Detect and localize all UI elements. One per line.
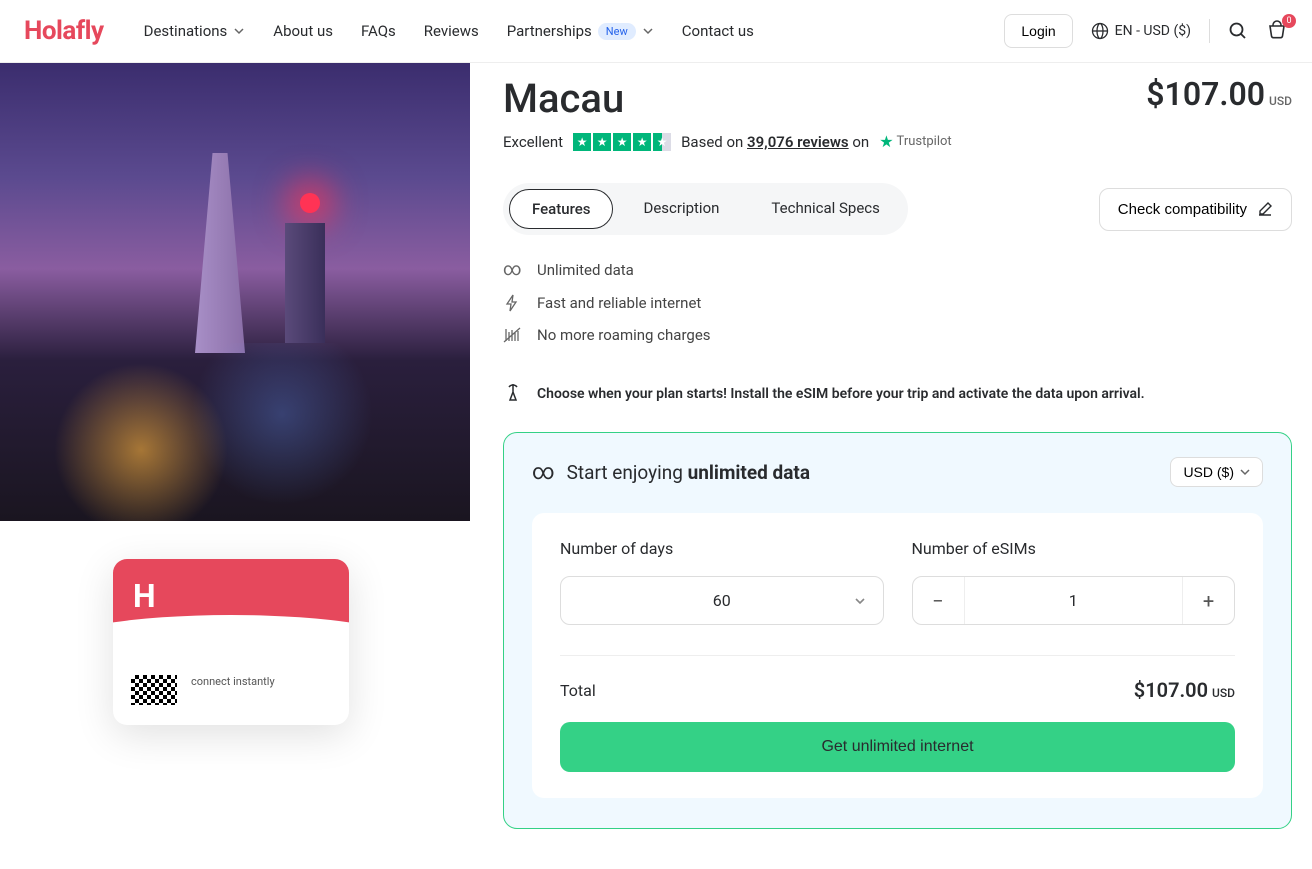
product-image-column: H Scan the QR code and connect instantly [0, 63, 479, 869]
feature-text: Fast and reliable internet [537, 294, 701, 312]
days-label: Number of days [560, 539, 884, 558]
star-half-icon: ★ [653, 133, 671, 151]
total-row: Total $107.00USD [560, 678, 1235, 702]
star-icon: ★ [593, 133, 611, 151]
purchase-panel: ∞ Start enjoying unlimited data USD ($) … [503, 432, 1292, 829]
feature-item: ∞ Unlimited data [503, 259, 1292, 280]
chevron-down-icon [1240, 467, 1250, 477]
total-label: Total [560, 681, 596, 700]
trustpilot-logo[interactable]: ★Trustpilot [879, 132, 951, 151]
star-icon: ★ [573, 133, 591, 151]
callout-text: Choose when your plan starts! Install th… [537, 386, 1145, 402]
quantity-value: 1 [965, 577, 1183, 624]
infinity-icon: ∞ [503, 259, 521, 280]
esims-label: Number of eSIMs [912, 539, 1236, 558]
login-button[interactable]: Login [1004, 14, 1072, 48]
tab-description[interactable]: Description [621, 189, 741, 229]
currency-selector[interactable]: USD ($) [1170, 457, 1263, 487]
price-currency: USD [1269, 94, 1292, 108]
quantity-stepper: − 1 + [912, 576, 1236, 625]
nav-contact[interactable]: Contact us [682, 22, 754, 40]
feature-item: No more roaming charges [503, 326, 1292, 344]
feature-item: Fast and reliable internet [503, 294, 1292, 312]
total-price: $107.00USD [1134, 678, 1235, 702]
purchase-form: Number of days 60 Number of eSIMs − 1 + [532, 513, 1263, 798]
divider [1209, 19, 1210, 43]
feature-text: No more roaming charges [537, 326, 711, 344]
get-internet-button[interactable]: Get unlimited internet [560, 722, 1235, 772]
days-select[interactable]: 60 [560, 576, 884, 625]
hero-image [0, 63, 470, 521]
panel-header: ∞ Start enjoying unlimited data USD ($) [532, 457, 1263, 487]
currency-label: USD ($) [1183, 464, 1234, 480]
cart-count: 0 [1282, 14, 1296, 28]
product-price: $107.00 USD [1146, 75, 1292, 113]
feature-text: Unlimited data [537, 261, 634, 279]
header-right: Login EN - USD ($) 0 [1004, 14, 1288, 48]
features-list: ∞ Unlimited data Fast and reliable inter… [503, 259, 1292, 344]
main-nav: Destinations About us FAQs Reviews Partn… [144, 22, 754, 40]
reviews-text: Based on 39,076 reviews on [681, 133, 869, 151]
title-row: Macau $107.00 USD [503, 75, 1292, 122]
no-roaming-icon [503, 326, 521, 344]
edit-icon [1257, 201, 1273, 217]
tap-icon [503, 382, 523, 406]
days-field: Number of days 60 [560, 539, 884, 625]
check-compatibility-button[interactable]: Check compatibility [1099, 188, 1292, 231]
esims-field: Number of eSIMs − 1 + [912, 539, 1236, 625]
trustpilot-star-icon: ★ [879, 132, 893, 151]
locale-selector[interactable]: EN - USD ($) [1091, 22, 1191, 40]
header: Holafly Destinations About us FAQs Revie… [0, 0, 1312, 63]
product-details: Macau $107.00 USD Excellent ★ ★ ★ ★ ★ Bas… [479, 63, 1312, 869]
nav-partnerships[interactable]: Partnerships New [507, 22, 654, 40]
panel-title: ∞ Start enjoying unlimited data [532, 460, 810, 485]
nav-label: Partnerships [507, 22, 592, 40]
nav-label: Destinations [144, 22, 228, 40]
chevron-down-icon [642, 25, 654, 37]
tab-features[interactable]: Features [509, 189, 613, 229]
product-title: Macau [503, 75, 624, 122]
tabs: Features Description Technical Specs [503, 183, 908, 235]
trustpilot-row: Excellent ★ ★ ★ ★ ★ Based on 39,076 revi… [503, 132, 1292, 151]
logo[interactable]: Holafly [24, 16, 104, 46]
activation-callout: Choose when your plan starts! Install th… [503, 382, 1292, 406]
days-value: 60 [713, 591, 731, 610]
tab-specs[interactable]: Technical Specs [749, 189, 901, 229]
sim-logo: H [133, 577, 156, 615]
nav-destinations[interactable]: Destinations [144, 22, 246, 40]
star-icon: ★ [633, 133, 651, 151]
stars: ★ ★ ★ ★ ★ [573, 133, 671, 151]
button-label: Check compatibility [1118, 201, 1247, 218]
sim-card-top: H [113, 559, 349, 645]
decrement-button[interactable]: − [913, 577, 965, 624]
reviews-link[interactable]: 39,076 reviews [747, 133, 849, 151]
bolt-icon [503, 294, 521, 312]
nav-about[interactable]: About us [273, 22, 333, 40]
cart-button[interactable]: 0 [1266, 20, 1288, 42]
chevron-down-icon [233, 25, 245, 37]
nav-faqs[interactable]: FAQs [361, 22, 396, 40]
main: H Scan the QR code and connect instantly… [0, 63, 1312, 869]
fields: Number of days 60 Number of eSIMs − 1 + [560, 539, 1235, 625]
rating-label: Excellent [503, 133, 563, 151]
divider [560, 655, 1235, 656]
new-badge: New [598, 23, 636, 40]
locale-label: EN - USD ($) [1115, 23, 1191, 39]
chevron-down-icon [853, 594, 867, 608]
star-icon: ★ [613, 133, 631, 151]
nav-reviews[interactable]: Reviews [424, 22, 479, 40]
infinity-icon: ∞ [532, 460, 555, 485]
globe-icon [1091, 22, 1109, 40]
sim-card: H Scan the QR code and connect instantly [113, 559, 349, 725]
increment-button[interactable]: + [1182, 577, 1234, 624]
tabs-row: Features Description Technical Specs Che… [503, 183, 1292, 235]
price-value: $107.00 [1146, 75, 1265, 113]
search-icon[interactable] [1228, 21, 1248, 41]
